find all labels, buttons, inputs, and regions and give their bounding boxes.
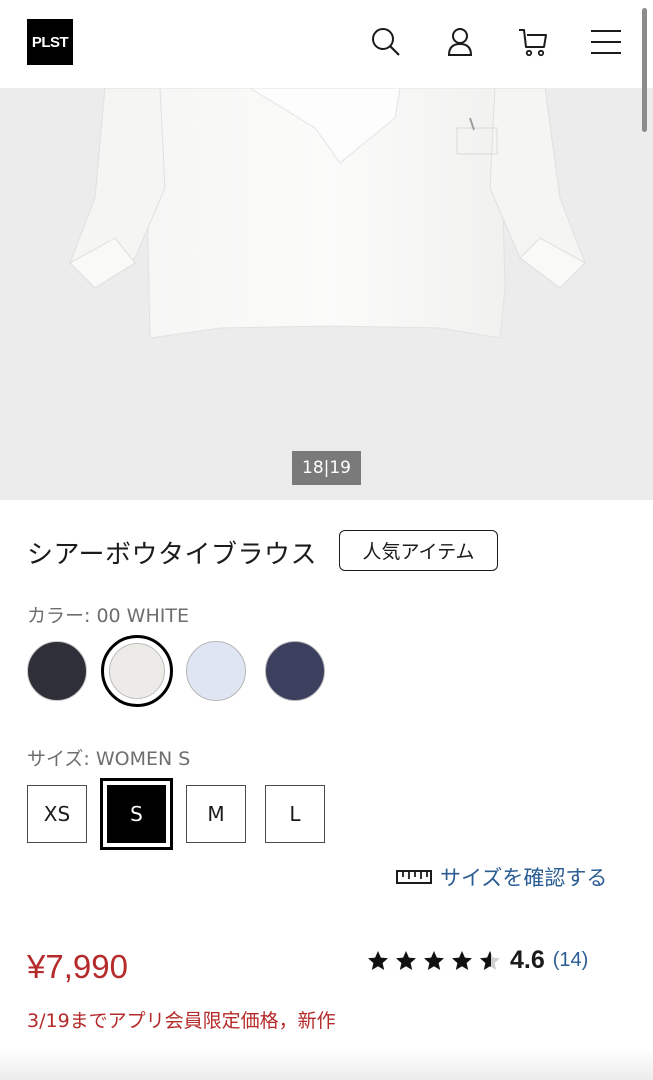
plst-logo[interactable]: PLST <box>27 19 73 65</box>
site-header: PLST <box>0 0 653 88</box>
size-button-s-selected[interactable]: S <box>100 778 173 850</box>
color-label-text: カラー: <box>27 605 91 627</box>
rating-value: 4.6 <box>510 946 545 974</box>
color-value: 00 WHITE <box>96 605 189 627</box>
size-guide-link[interactable]: サイズを確認する <box>396 862 607 892</box>
star-full-icon <box>452 950 472 970</box>
size-value: WOMEN S <box>95 748 191 770</box>
rating-count[interactable]: (14) <box>553 949 589 972</box>
size-button-l[interactable]: L <box>265 785 325 843</box>
rating[interactable]: 4.6 (14) <box>366 946 588 975</box>
color-swatch-white[interactable] <box>109 643 165 699</box>
promo-text: 3/19までアプリ会員限定価格，新作 <box>27 1010 336 1032</box>
star-full-icon <box>368 950 388 970</box>
size-label-text: サイズ: <box>27 748 90 770</box>
price: ¥7,990 <box>27 948 128 985</box>
blouse-image <box>69 88 586 339</box>
size-label: サイズ: WOMEN S <box>27 744 190 771</box>
product-title: シアーボウタイブラウス <box>27 540 317 570</box>
star-half-icon <box>480 950 500 970</box>
rating-stars <box>366 949 502 973</box>
star-full-icon <box>424 950 444 970</box>
scrollbar[interactable] <box>642 8 647 132</box>
size-button-s[interactable]: S <box>107 785 166 843</box>
user-icon[interactable] <box>440 22 480 62</box>
star-full-icon <box>396 950 416 970</box>
color-swatch-charcoal[interactable] <box>27 641 87 701</box>
size-guide-label[interactable]: サイズを確認する <box>440 862 607 892</box>
image-counter: 18|19 <box>292 451 361 485</box>
size-button-xs[interactable]: XS <box>27 785 87 843</box>
color-swatch-navy[interactable] <box>265 641 325 701</box>
ruler-icon <box>396 870 432 884</box>
product-image[interactable]: 18|19 <box>0 88 653 500</box>
color-swatch-white-selected[interactable] <box>101 635 173 707</box>
size-button-m[interactable]: M <box>186 785 246 843</box>
cart-icon[interactable] <box>513 22 553 62</box>
popular-item-badge: 人気アイテム <box>339 530 498 571</box>
menu-icon[interactable] <box>586 22 626 62</box>
color-swatch-light-blue[interactable] <box>186 641 246 701</box>
bottom-fade <box>0 1048 653 1080</box>
color-label: カラー: 00 WHITE <box>27 601 189 628</box>
search-icon[interactable] <box>366 22 406 62</box>
